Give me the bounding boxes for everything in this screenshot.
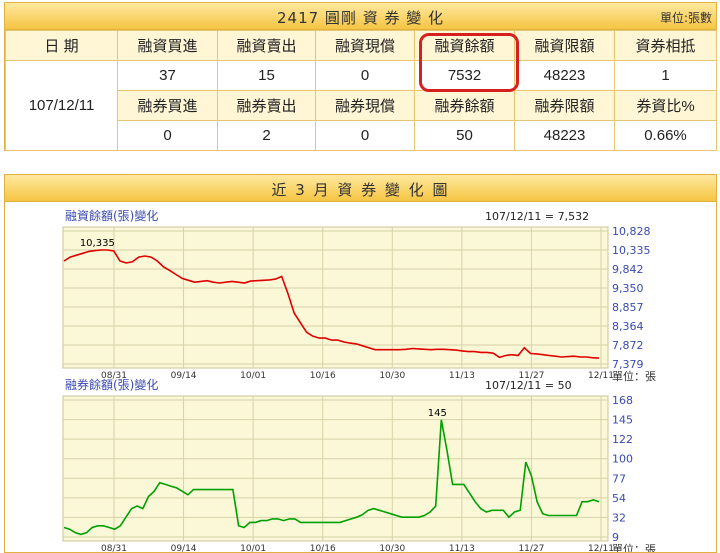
peak-label: 10,335: [80, 238, 115, 249]
table-cell: 48223: [514, 120, 615, 151]
y-tick-label: 122: [612, 433, 633, 446]
table-cell: 15: [217, 60, 316, 91]
x-tick-label: 10/16: [310, 371, 336, 381]
latest-value-label: 107/12/11 = 50: [485, 379, 572, 392]
y-tick-label: 32: [612, 511, 626, 524]
x-tick-label: 10/01: [240, 371, 266, 381]
margin-summary-panel: 2417 圓剛 資 券 變 化 單位:張數 日 期 融資買進 融資賣出 融資現償…: [4, 2, 717, 151]
chart-title: 融券餘額(張)變化: [65, 377, 158, 392]
table-row: 日 期 融資買進 融資賣出 融資現償 融資餘額 融資限額 資券相抵: [5, 30, 717, 61]
y-tick-label: 10,828: [612, 225, 651, 238]
x-tick-label: 12/11: [588, 371, 614, 381]
y-tick-label: 8,857: [612, 301, 644, 314]
summary-title: 2417 圓剛 資 券 變 化: [276, 9, 444, 27]
col-header: 融券現償: [315, 90, 415, 121]
x-tick-label: 11/13: [449, 371, 475, 381]
table-cell: 48223: [514, 60, 615, 91]
table-cell: 2: [217, 120, 316, 151]
table-cell: 37: [117, 60, 218, 91]
table-cell: 0.66%: [614, 120, 717, 151]
y-tick-label: 8,364: [612, 320, 644, 333]
col-header: 融券餘額: [414, 90, 515, 121]
y-tick-label: 9,842: [612, 263, 644, 276]
chart-title-bar: 近 3 月 資 券 變 化 圖: [5, 175, 716, 202]
col-header: 融資現償: [315, 30, 415, 61]
table-cell: 1: [614, 60, 717, 91]
col-header: 融資賣出: [217, 30, 316, 61]
y-tick-label: 168: [612, 394, 633, 407]
y-tick-label: 9,350: [612, 282, 644, 295]
col-header: 資券相抵: [614, 30, 717, 61]
table-cell: 0: [315, 120, 415, 151]
date-header: 日 期: [5, 30, 118, 61]
col-header: 券資比%: [614, 90, 717, 121]
date-cell: 107/12/11: [5, 60, 118, 151]
chart-section-title: 近 3 月 資 券 變 化 圖: [271, 181, 450, 199]
chart-panel: 近 3 月 資 券 變 化 圖 10,828 10,335 9,842 9,350 8,…: [4, 174, 717, 553]
y-tick-label: 77: [612, 472, 626, 485]
plot-area: [62, 226, 609, 369]
latest-value-label: 107/12/11 = 7,532: [485, 210, 589, 223]
y-tick-label: 7,872: [612, 339, 644, 352]
table-cell: 50: [414, 120, 515, 151]
highlight-circle: [419, 33, 519, 92]
col-header: 融券賣出: [217, 90, 316, 121]
col-header: 融資買進: [117, 30, 218, 61]
col-header: 融券限額: [514, 90, 615, 121]
y-tick-label: 145: [612, 414, 633, 427]
summary-title-bar: 2417 圓剛 資 券 變 化 單位:張數: [5, 3, 716, 30]
charts-svg: 10,82810,3359,8429,3508,8578,3647,8727,3…: [62, 208, 656, 552]
x-tick-label: 09/14: [171, 371, 197, 381]
y-tick-label: 54: [612, 492, 626, 505]
table-row: 107/12/11 37 15 0 7532 48223 1: [5, 60, 717, 151]
unit-label: 單位：張: [612, 369, 656, 383]
margin-table: 日 期 融資買進 融資賣出 融資現償 融資餘額 融資限額 資券相抵 107/12…: [5, 30, 717, 151]
x-tick-label: 10/30: [379, 371, 405, 381]
chart-title: 融資餘額(張)變化: [65, 208, 158, 223]
unit-label: 單位:張數: [659, 11, 712, 25]
y-tick-label: 100: [612, 453, 633, 466]
y-tick-label: 10,335: [612, 244, 651, 257]
col-header: 融券買進: [117, 90, 218, 121]
peak-label: 145: [428, 408, 447, 419]
table-cell: 0: [117, 120, 218, 151]
plot-area: [62, 395, 609, 542]
table-cell: 0: [315, 60, 415, 91]
col-header: 融資限額: [514, 30, 615, 61]
